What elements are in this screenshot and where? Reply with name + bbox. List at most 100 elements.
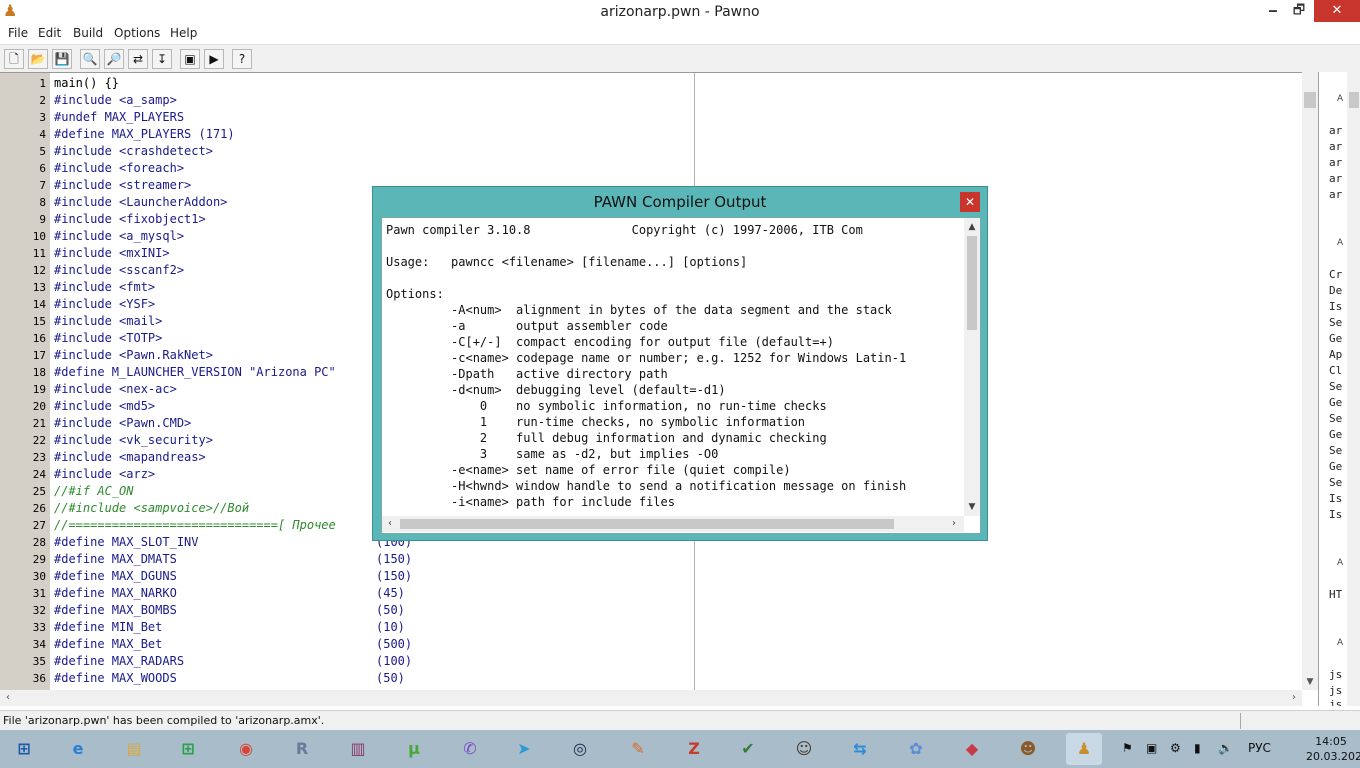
code-line[interactable]: 33 #define MIN_Bet (10) [33,619,1302,636]
editor-vertical-scrollbar[interactable]: ▼ [1302,72,1318,690]
panel-scroll-thumb[interactable] [1349,92,1359,108]
scroll-right-icon[interactable]: › [1286,690,1302,706]
paint-tool-icon[interactable]: ✎ [620,733,656,765]
store-icon[interactable]: ⊞ [170,733,206,765]
code-line[interactable]: 36 #define MAX_WOODS (50) [33,670,1302,687]
nvidia-tray-icon[interactable]: ▣ [1146,741,1157,755]
function-list-item[interactable]: Se [1329,380,1342,393]
flag-tray-icon[interactable]: ⚑ [1122,741,1133,755]
code-line[interactable]: 30 #define MAX_DGUNS (150) [33,568,1302,585]
chrome-icon[interactable]: ◉ [228,733,264,765]
viber-icon[interactable]: ✆ [452,733,488,765]
paint-icon[interactable]: ✿ [898,733,934,765]
scroll-left-icon[interactable]: ‹ [382,516,398,532]
code-line[interactable]: 35 #define MAX_RADARS (100) [33,653,1302,670]
samp-icon[interactable]: ☻ [1010,733,1046,765]
section-toggle[interactable]: A [1337,94,1343,104]
save-icon[interactable]: 💾 [52,49,72,69]
function-list-item[interactable]: Ge [1329,428,1342,441]
function-list-item[interactable]: js [1329,668,1342,681]
function-list-item[interactable]: Ap [1329,348,1342,361]
menu-edit[interactable]: Edit [38,26,61,40]
telegram-icon[interactable]: ➤ [506,733,542,765]
file-explorer-icon[interactable]: ▤ [116,733,152,765]
function-list-item[interactable]: ar [1329,156,1342,169]
menu-file[interactable]: File [8,26,28,40]
section-toggle[interactable]: A [1337,558,1343,568]
winrar-icon[interactable]: ▥ [340,733,376,765]
function-list-item[interactable]: Cr [1329,268,1342,281]
function-list-item[interactable]: De [1329,284,1342,297]
function-list-item[interactable]: js [1329,698,1342,706]
language-indicator[interactable]: РУС [1248,741,1271,755]
volume-tray-icon[interactable]: 🔊 [1218,741,1233,755]
code-line[interactable]: 32 #define MAX_BOMBS (50) [33,602,1302,619]
close-button[interactable]: ✕ [1314,0,1360,22]
code-line[interactable]: 6 #include <foreach> [39,160,1302,177]
replace-icon[interactable]: ⇄ [128,49,148,69]
function-list-item[interactable]: Ge [1329,460,1342,473]
open-folder-icon[interactable]: 📂 [28,49,48,69]
code-line[interactable]: 5 #include <crashdetect> [39,143,1302,160]
code-line[interactable]: 3 #undef MAX_PLAYERS [39,109,1302,126]
output-text-area[interactable]: Pawn compiler 3.10.8 Copyright (c) 1997-… [386,222,961,514]
filezilla-icon[interactable]: Z [676,733,712,765]
function-list-item[interactable]: ar [1329,172,1342,185]
section-toggle[interactable]: A [1337,238,1343,248]
dialog-scroll-thumb[interactable] [967,236,977,330]
code-line[interactable]: 2 #include <a_samp> [39,92,1302,109]
game-avatar-icon[interactable]: ☺ [786,733,822,765]
section-toggle[interactable]: A [1337,638,1343,648]
code-line[interactable]: 31 #define MAX_NARKO (45) [33,585,1302,602]
dialog-hscroll-thumb[interactable] [400,519,894,529]
menu-options[interactable]: Options [114,26,160,40]
function-list-item[interactable]: Is [1329,508,1342,521]
dialog-horizontal-scrollbar[interactable]: ‹ › [382,516,964,532]
compiler-output-text[interactable]: Pawn compiler 3.10.8 Copyright (c) 1997-… [381,217,981,534]
code-line[interactable]: 29 #define MAX_DMATS (150) [33,551,1302,568]
goto-icon[interactable]: ↧ [152,49,172,69]
new-file-icon[interactable]: 🗋 [4,49,24,69]
find-icon[interactable]: 🔍 [80,49,100,69]
dialog-close-button[interactable]: ✕ [960,192,980,212]
compile-icon[interactable]: ▣ [180,49,200,69]
network-icon[interactable]: ⇆ [842,733,878,765]
function-list-item[interactable]: Se [1329,476,1342,489]
code-line[interactable]: 34 #define MAX_Bet (500) [33,636,1302,653]
launcher-icon[interactable]: ◆ [954,733,990,765]
system-clock[interactable]: 14:05 20.03.2022 [1306,734,1360,764]
menu-help[interactable]: Help [170,26,197,40]
menu-build[interactable]: Build [73,26,103,40]
function-list-panel[interactable]: Aar ar ar ar ar A Cr De Is Se Ge Ap Cl Se Ge Se Ge Se Ge Se… [1318,72,1360,706]
dialog-vertical-scrollbar[interactable]: ▲ ▼ [964,218,980,516]
help-icon[interactable]: ? [232,49,252,69]
function-list-item[interactable]: Ge [1329,396,1342,409]
function-list-item[interactable]: Se [1329,412,1342,425]
minimize-button[interactable]: 🗕 [1260,0,1286,22]
function-list-item[interactable]: ar [1329,124,1342,137]
pawno-icon[interactable]: ♟ [1066,733,1102,765]
app-r-icon[interactable]: R [284,733,320,765]
network-tray-icon[interactable]: ▮ [1194,741,1201,755]
function-list-item[interactable]: ar [1329,188,1342,201]
scroll-thumb[interactable] [1304,92,1316,108]
editor-horizontal-scrollbar[interactable]: ‹ › [0,690,1302,706]
run-icon[interactable]: ▶ [204,49,224,69]
settings-tray-icon[interactable]: ⚙ [1170,741,1181,755]
maximize-button[interactable]: 🗗 [1286,0,1312,22]
internet-explorer-icon[interactable]: e [60,733,96,765]
code-line[interactable]: 4 #define MAX_PLAYERS (171) [39,126,1302,143]
scroll-right-icon[interactable]: › [946,516,962,532]
scroll-left-icon[interactable]: ‹ [0,690,16,706]
utorrent-icon[interactable]: µ [396,733,432,765]
find-next-icon[interactable]: 🔎 [104,49,124,69]
function-list-item[interactable]: Is [1329,300,1342,313]
scroll-down-icon[interactable]: ▼ [964,500,980,514]
code-line[interactable]: 1 main() {} [39,75,1302,92]
function-list-item[interactable]: Cl [1329,364,1342,377]
function-list-item[interactable]: Ge [1329,332,1342,345]
scroll-up-icon[interactable]: ▲ [964,220,980,234]
panel-scrollbar[interactable] [1347,72,1360,706]
steam-icon[interactable]: ◎ [562,733,598,765]
function-list-item[interactable]: ar [1329,140,1342,153]
